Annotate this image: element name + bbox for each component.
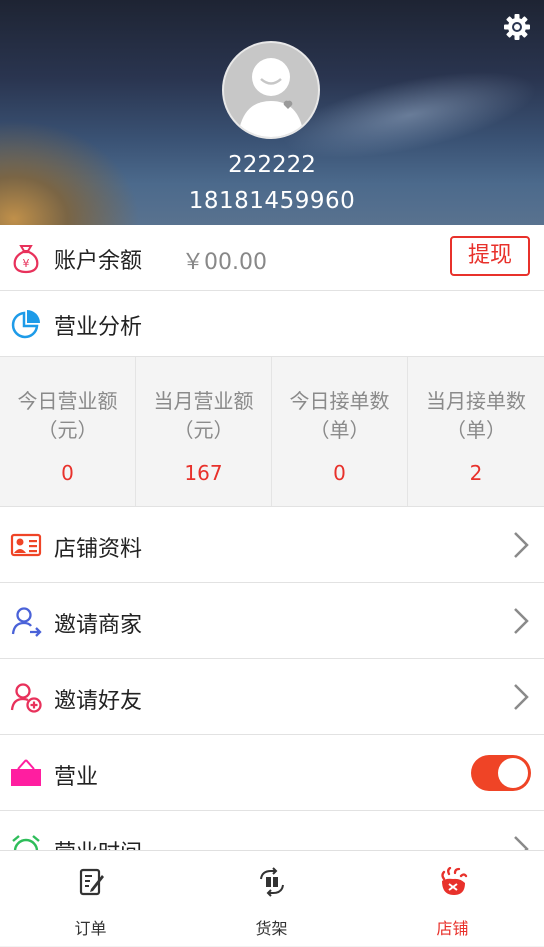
stat-unit: （单） (309, 418, 370, 442)
stat-value: 0 (333, 461, 346, 485)
analysis-row: 营业分析 (0, 291, 544, 357)
user-name: 222222 (228, 152, 316, 178)
id-card-icon (10, 533, 42, 557)
pie-chart-icon (11, 310, 40, 339)
shelf-icon (260, 867, 284, 897)
settings-gear-icon[interactable] (502, 12, 532, 42)
chevron-right-icon (514, 608, 529, 634)
menu-label: 邀请好友 (54, 689, 143, 714)
toggle-knob (498, 758, 528, 788)
stat-label: 当月接单数 (426, 389, 526, 413)
stat-month-revenue: 当月营业额 （元） 167 (136, 357, 272, 506)
stat-today-revenue: 今日营业额 （元） 0 (0, 357, 136, 506)
stat-unit: （元） (173, 418, 234, 442)
stat-label: 当月营业额 (153, 389, 254, 413)
stat-label: 今日接单数 (289, 389, 390, 413)
balance-amount: ￥00.00 (182, 250, 267, 275)
add-friend-icon (10, 683, 42, 713)
stat-value: 0 (61, 461, 74, 485)
money-bag-icon: ¥ (13, 245, 39, 274)
avatar[interactable] (222, 41, 320, 139)
stat-value: 167 (184, 461, 223, 485)
menu-label: 邀请商家 (54, 613, 143, 638)
default-avatar-icon (238, 58, 304, 137)
withdraw-button[interactable]: 提现 (450, 236, 530, 276)
tab-label: 订单 (74, 919, 107, 938)
tab-label: 店铺 (436, 919, 469, 938)
open-sign-icon (11, 759, 41, 786)
analysis-label: 营业分析 (54, 315, 143, 340)
stat-today-orders: 今日接单数 （单） 0 (272, 357, 408, 506)
chevron-right-icon (514, 684, 529, 710)
chevron-right-icon (514, 532, 529, 558)
bottom-tab-bar: 订单 货架 店铺 (0, 850, 544, 946)
add-user-arrow-icon (11, 607, 42, 637)
menu-invite-merchant[interactable]: 邀请商家 (0, 583, 544, 659)
business-toggle[interactable] (471, 755, 531, 791)
tab-orders[interactable]: 订单 (0, 851, 181, 947)
stats-grid: 今日营业额 （元） 0 当月营业额 （元） 167 今日接单数 （单） 0 当月… (0, 357, 544, 507)
stat-unit: （元） (37, 418, 98, 442)
menu-invite-friend[interactable]: 邀请好友 (0, 659, 544, 735)
order-icon (79, 868, 104, 896)
menu-store-info[interactable]: 店铺资料 (0, 507, 544, 583)
stat-label: 今日营业额 (17, 389, 118, 413)
menu-label: 店铺资料 (54, 537, 143, 562)
menu-label: 营业 (54, 765, 99, 790)
tab-label: 货架 (255, 919, 288, 938)
tab-shelf[interactable]: 货架 (181, 851, 362, 947)
profile-header: 222222 18181459960 (0, 0, 544, 225)
store-icon (441, 867, 468, 895)
menu-business-status: 营业 (0, 735, 544, 811)
tab-store[interactable]: 店铺 (362, 851, 543, 947)
svg-text:¥: ¥ (23, 257, 30, 270)
stat-value: 2 (469, 461, 483, 485)
balance-row: ¥ 账户余额 ￥00.00 提现 (0, 225, 544, 291)
user-phone: 18181459960 (188, 188, 356, 214)
balance-label: 账户余额 (54, 249, 143, 274)
stat-month-orders: 当月接单数 （单） 2 (408, 357, 544, 506)
stat-unit: （单） (446, 418, 506, 442)
